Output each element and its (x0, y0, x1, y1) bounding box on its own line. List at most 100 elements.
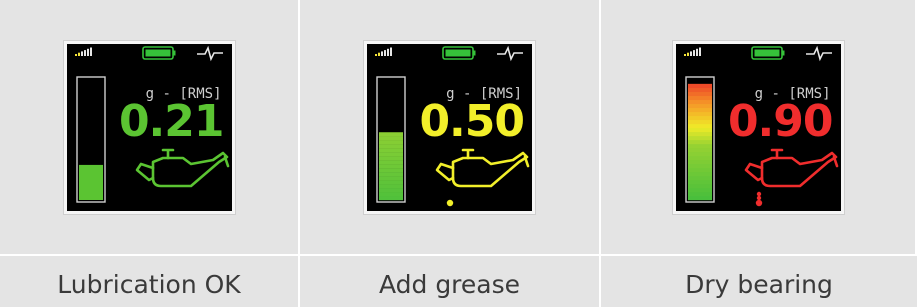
level-bar-segment (379, 179, 403, 184)
level-bar-segment (379, 147, 403, 152)
level-bar-segment (687, 115, 712, 120)
level-bar-segment (78, 164, 103, 200)
level-bar-segment (379, 163, 403, 168)
level-bar-segment (687, 183, 712, 188)
caption-cell: Add grease (300, 256, 601, 307)
level-bar-segment (687, 159, 712, 164)
level-bar-segment (687, 163, 712, 168)
level-bar-segment (379, 171, 403, 176)
pulse-icon (196, 45, 223, 61)
caption-cell: Lubrication OK (0, 256, 300, 307)
level-bar-segment (687, 83, 712, 88)
signal-bar (387, 48, 389, 56)
level-bar-segment (379, 135, 403, 140)
battery-tip (172, 50, 175, 55)
oil-can-icon (744, 148, 838, 187)
oil-drop-icon (446, 199, 454, 206)
panel-lubrication-ok: g - [RMS] 0.21 (0, 0, 300, 256)
device-screen: g - [RMS] 0.90 (672, 40, 844, 214)
signal-bar (80, 50, 83, 56)
level-bar-segment (379, 159, 403, 164)
battery-tip (781, 50, 784, 55)
level-bar-segment (379, 191, 403, 196)
level-bar-segment (687, 127, 712, 132)
level-bar-segment (687, 187, 712, 192)
signal-bar (381, 50, 383, 56)
oil-drop-icon (755, 199, 762, 206)
status-caption: Lubrication OK (57, 270, 241, 299)
vibration-reading: 0.50 (419, 95, 525, 147)
signal-bar (384, 49, 386, 56)
device-screen: g - [RMS] 0.21 (63, 40, 235, 214)
oil-can-spout-tip (523, 155, 530, 167)
level-bar-segment (379, 155, 403, 160)
battery-tip (473, 50, 476, 55)
level-bar-segment (687, 195, 712, 200)
level-bar-segment (687, 139, 712, 144)
battery-level (445, 49, 471, 56)
pulse-icon (497, 45, 523, 61)
level-bar-segment (687, 119, 712, 124)
signal-bar (378, 52, 380, 56)
signal-bar (89, 47, 92, 56)
oil-can-icon (435, 148, 530, 187)
signal-strength-icon (375, 47, 392, 56)
level-bar-segment (379, 187, 403, 192)
caption-cell: Dry bearing (601, 256, 917, 307)
level-bar-segment (379, 167, 403, 172)
oil-can-icon (135, 148, 229, 187)
status-caption: Add grease (378, 270, 521, 299)
battery-icon (442, 45, 476, 60)
level-bar-segment (687, 175, 712, 180)
vibration-reading: 0.21 (118, 95, 225, 147)
level-bar-segment (687, 179, 712, 184)
oil-can-spout-tip (832, 155, 838, 167)
battery-level (754, 49, 779, 56)
level-bar-segment (379, 183, 403, 188)
battery-icon (750, 45, 784, 60)
level-bar-segment (687, 191, 712, 196)
level-bar-fill (379, 131, 403, 200)
level-bar-segment (687, 99, 712, 104)
signal-bar (390, 47, 392, 56)
battery-level (145, 49, 170, 56)
signal-bar (698, 47, 701, 56)
oil-can-body (151, 151, 228, 187)
level-bar-fill (78, 164, 103, 200)
level-bar-segment (687, 167, 712, 172)
signal-bar (686, 52, 689, 56)
signal-strength-icon (683, 47, 701, 56)
level-bar-segment (379, 175, 403, 180)
level-bar-segment (687, 131, 712, 136)
signal-bar (77, 52, 80, 56)
signal-bar (683, 53, 686, 56)
panel-add-grease: g - [RMS] 0.50 (300, 0, 601, 256)
oil-can-handle (744, 162, 763, 181)
level-bar-segment (379, 143, 403, 148)
signal-bar (692, 49, 695, 56)
signal-bar (86, 48, 89, 56)
level-bar-segment (687, 135, 712, 140)
signal-bar (695, 48, 698, 56)
signal-bar (83, 49, 86, 56)
status-caption: Dry bearing (685, 270, 833, 299)
level-bar-segment (687, 95, 712, 100)
signal-bar (375, 53, 377, 56)
level-bar-segment (687, 103, 712, 108)
level-bar-segment (379, 131, 403, 136)
level-bar-segment (687, 171, 712, 176)
level-bar-segment (687, 87, 712, 92)
level-bar-segment (687, 91, 712, 96)
level-bar-segment (379, 151, 403, 156)
oil-can-body (451, 151, 529, 187)
level-bar-segment (687, 155, 712, 160)
oil-drop-icon (756, 195, 761, 200)
level-bar-segment (687, 147, 712, 152)
pulse-icon (805, 45, 832, 61)
vibration-reading: 0.90 (727, 95, 834, 147)
oil-can-body (760, 151, 837, 187)
battery-icon (141, 45, 175, 60)
signal-bar (74, 53, 77, 56)
oil-can-spout-tip (223, 155, 229, 167)
level-bar-segment (379, 195, 403, 200)
